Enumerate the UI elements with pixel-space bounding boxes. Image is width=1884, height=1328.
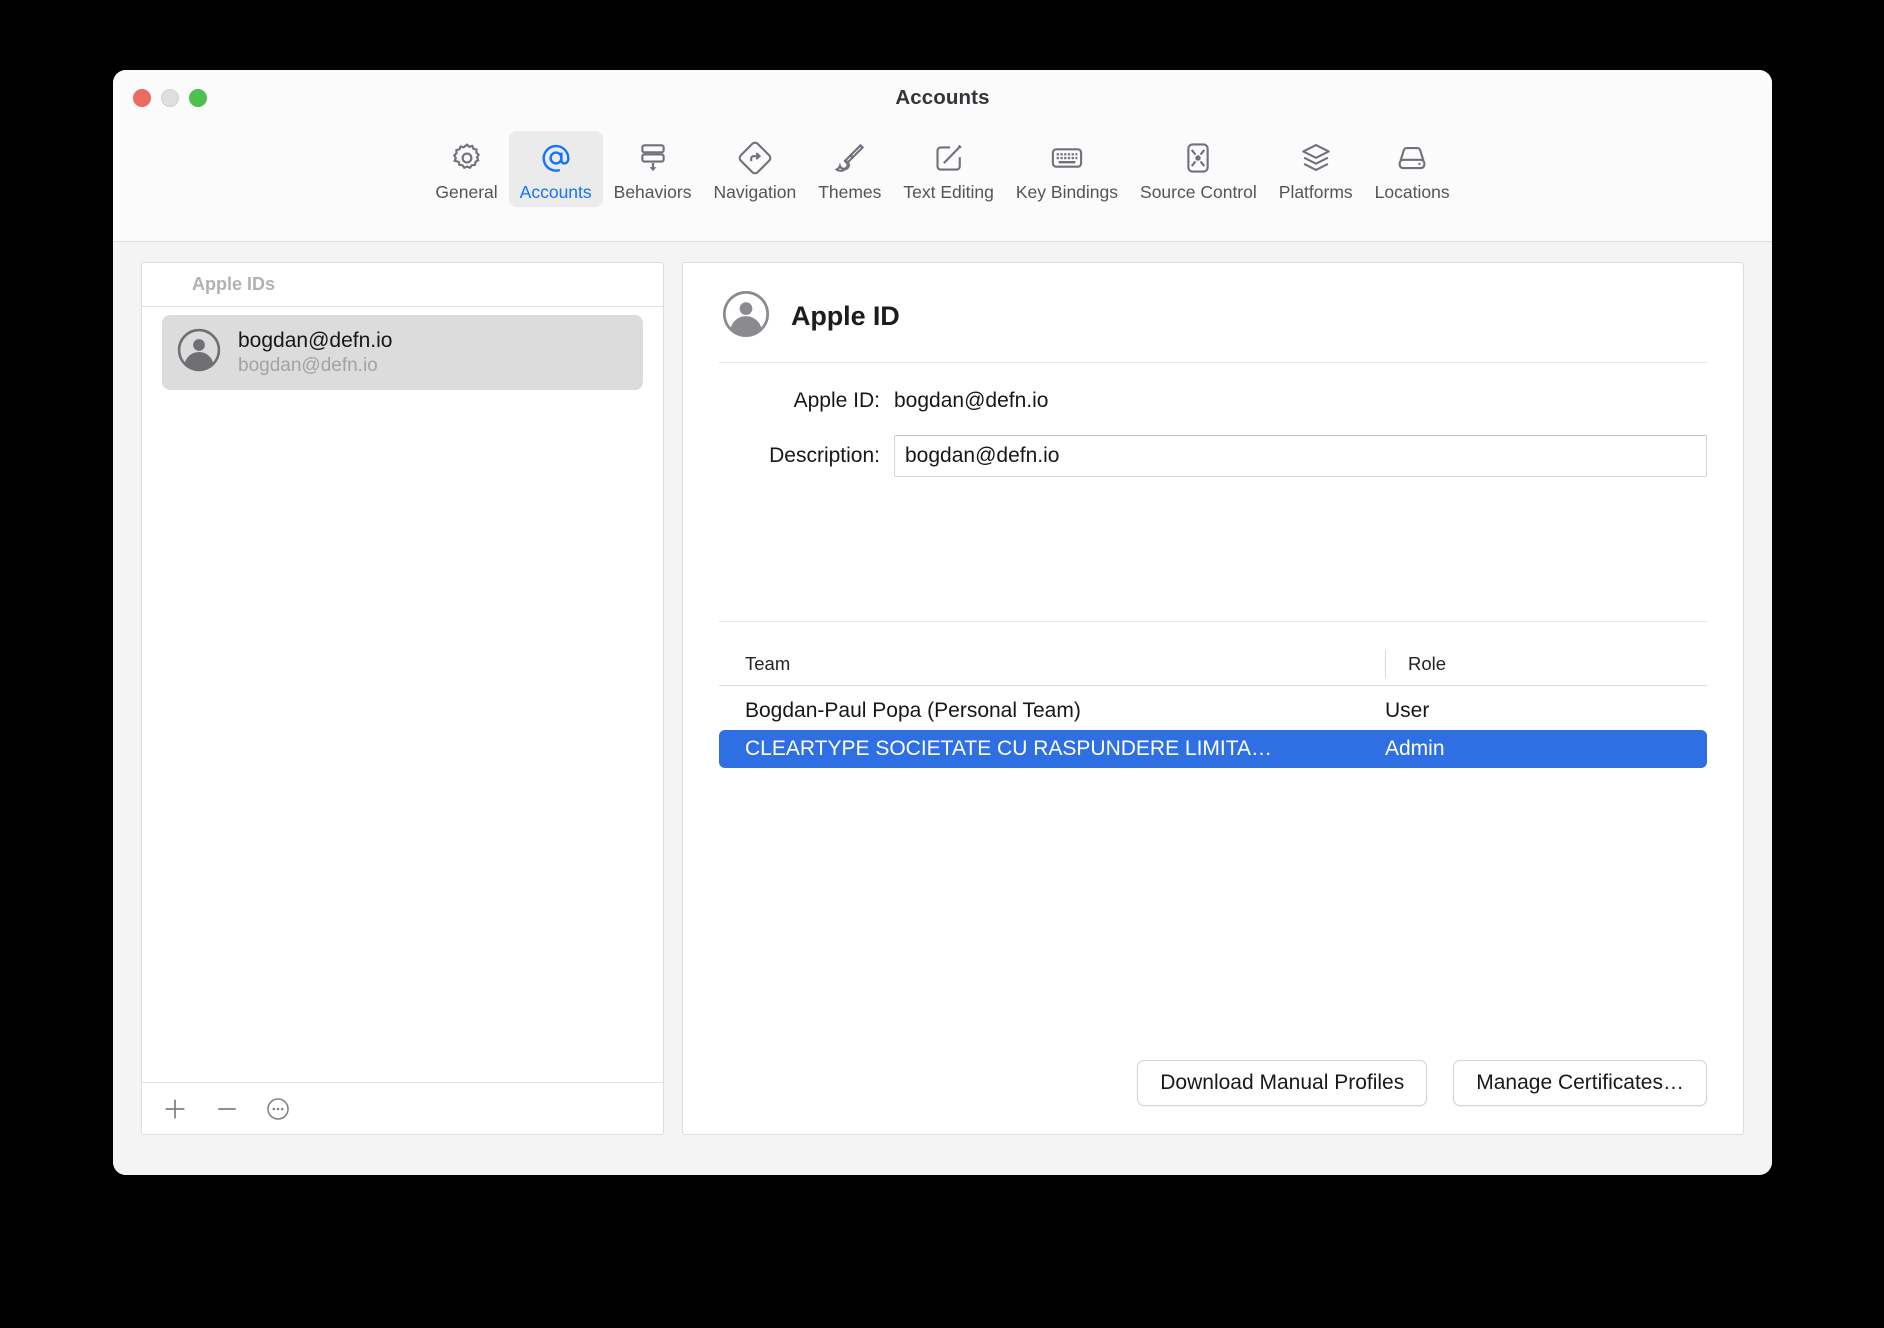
navigation-icon xyxy=(738,138,772,178)
download-manual-profiles-button[interactable]: Download Manual Profiles xyxy=(1137,1060,1428,1106)
toolbar-label-key-bindings: Key Bindings xyxy=(1015,182,1119,202)
sidebar-footer xyxy=(142,1082,663,1134)
window-title: Accounts xyxy=(895,86,990,109)
cell-role: User xyxy=(1385,699,1430,722)
detail-header: Apple ID xyxy=(719,285,1707,362)
apple-id-detail-pane: Apple ID Apple ID: bogdan@defn.io Descri… xyxy=(682,262,1744,1135)
manage-certificates-button[interactable]: Manage Certificates… xyxy=(1453,1060,1707,1106)
toolbar-label-behaviors: Behaviors xyxy=(613,182,692,202)
toolbar-label-source-control: Source Control xyxy=(1140,182,1257,202)
at-sign-icon xyxy=(538,138,574,178)
pencil-square-icon xyxy=(932,138,966,178)
avatar-icon xyxy=(176,327,222,378)
toolbar-item-accounts[interactable]: Accounts xyxy=(508,131,603,208)
toolbar-item-text-editing[interactable]: Text Editing xyxy=(892,131,1004,207)
toolbar-item-navigation[interactable]: Navigation xyxy=(702,131,807,207)
more-options-button[interactable] xyxy=(264,1095,292,1123)
toolbar-label-general: General xyxy=(435,182,498,202)
list-item-apple-id[interactable]: bogdan@defn.io bogdan@defn.io xyxy=(162,315,643,390)
toolbar-item-themes[interactable]: Themes xyxy=(807,131,892,207)
column-header-team[interactable]: Team xyxy=(745,653,1385,675)
description-label: Description: xyxy=(769,444,880,467)
description-input[interactable]: bogdan@defn.io xyxy=(894,435,1707,477)
column-header-role[interactable]: Role xyxy=(1408,653,1707,675)
toolbar-item-key-bindings[interactable]: Key Bindings xyxy=(1005,131,1129,207)
source-control-icon xyxy=(1181,138,1215,178)
account-secondary-label: bogdan@defn.io xyxy=(238,355,378,377)
page-title: Apple ID xyxy=(791,301,900,331)
table-row[interactable]: Bogdan-Paul Popa (Personal Team) User xyxy=(719,692,1707,730)
toolbar-item-general[interactable]: General xyxy=(424,131,508,207)
detail-action-buttons: Download Manual Profiles Manage Certific… xyxy=(719,1060,1707,1134)
apple-id-row: Apple ID: bogdan@defn.io xyxy=(719,389,1707,413)
paintbrush-icon xyxy=(833,138,867,178)
layers-icon xyxy=(1299,138,1333,178)
table-header-row: Team Role xyxy=(719,642,1707,686)
apple-id-avatar-icon xyxy=(721,289,771,344)
preferences-toolbar: General Accounts Behaviors Navigation Th… xyxy=(113,127,1772,242)
toolbar-item-behaviors[interactable]: Behaviors xyxy=(603,131,703,207)
remove-account-button[interactable] xyxy=(212,1094,242,1124)
toolbar-label-accounts: Accounts xyxy=(519,182,592,202)
gear-icon xyxy=(450,138,484,178)
preferences-content: Apple IDs bogdan@defn.io bogdan@defn.io … xyxy=(113,242,1772,1175)
toolbar-label-navigation: Navigation xyxy=(713,182,797,202)
table-row[interactable]: CLEARTYPE SOCIETATE CU RASPUNDERE LIMITA… xyxy=(719,730,1707,768)
cell-team: Bogdan-Paul Popa (Personal Team) xyxy=(745,699,1081,722)
cell-team: CLEARTYPE SOCIETATE CU RASPUNDERE LIMITA… xyxy=(745,737,1273,760)
behaviors-icon xyxy=(636,138,670,178)
window-titlebar: Accounts xyxy=(113,70,1772,127)
toolbar-label-text-editing: Text Editing xyxy=(903,182,994,202)
account-texts: bogdan@defn.io bogdan@defn.io xyxy=(238,328,392,378)
cell-role: Admin xyxy=(1385,737,1445,760)
table-body: Bogdan-Paul Popa (Personal Team) User CL… xyxy=(719,686,1707,768)
apple-ids-list[interactable]: bogdan@defn.io bogdan@defn.io xyxy=(142,307,663,1082)
apple-id-label: Apple ID: xyxy=(793,389,880,412)
teams-table: Team Role Bogdan-Paul Popa (Personal Tea… xyxy=(719,622,1707,1134)
toolbar-item-platforms[interactable]: Platforms xyxy=(1268,131,1364,207)
add-account-button[interactable] xyxy=(160,1094,190,1124)
toolbar-label-locations: Locations xyxy=(1374,182,1450,202)
description-row: Description: bogdan@defn.io xyxy=(719,435,1707,477)
sidebar-header: Apple IDs xyxy=(142,263,663,307)
apple-id-value: bogdan@defn.io xyxy=(894,389,1049,412)
account-primary-label: bogdan@defn.io xyxy=(238,328,393,352)
toolbar-item-source-control[interactable]: Source Control xyxy=(1129,131,1268,207)
keyboard-icon xyxy=(1049,138,1085,178)
column-divider xyxy=(1385,649,1386,678)
apple-id-form: Apple ID: bogdan@defn.io Description: bo… xyxy=(719,363,1707,621)
toolbar-label-themes: Themes xyxy=(818,182,882,202)
sidebar-header-label: Apple IDs xyxy=(192,274,276,294)
preferences-window: Accounts General Accounts Behaviors Navi… xyxy=(113,70,1772,1175)
disk-icon xyxy=(1395,138,1429,178)
toolbar-item-locations[interactable]: Locations xyxy=(1364,131,1461,207)
apple-ids-sidebar: Apple IDs bogdan@defn.io bogdan@defn.io xyxy=(141,262,664,1135)
toolbar-label-platforms: Platforms xyxy=(1278,182,1353,202)
screen-root: Accounts General Accounts Behaviors Navi… xyxy=(0,0,1884,1328)
